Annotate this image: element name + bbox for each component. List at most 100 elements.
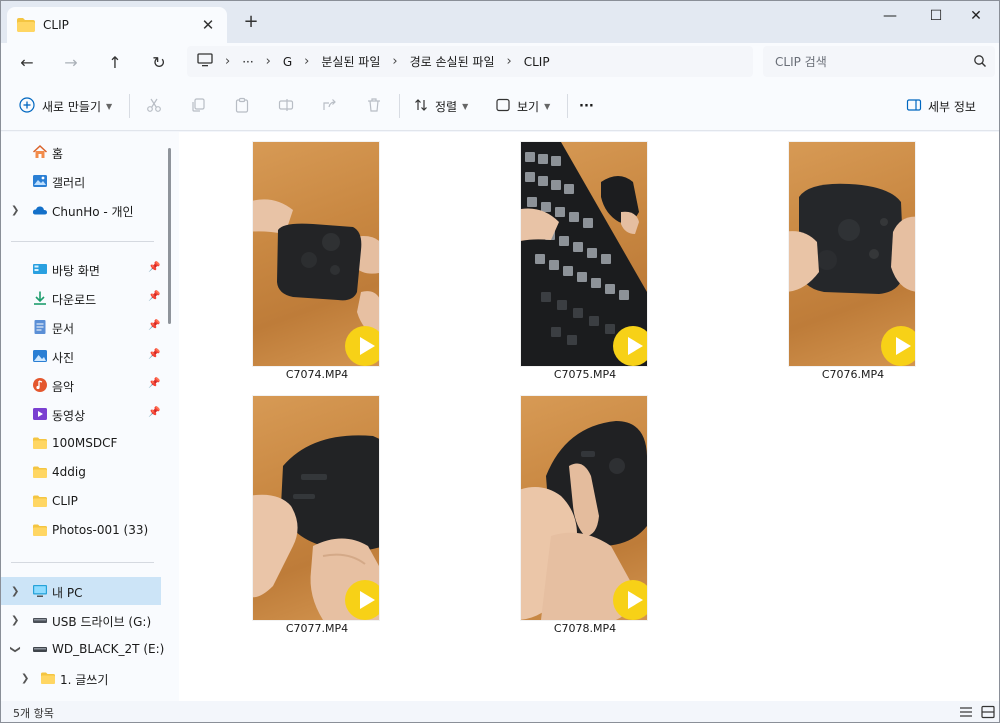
file-item-video[interactable]: C7075.MP4 [505, 132, 665, 382]
sidebar-item-this-pc[interactable]: ❯ 내 PC [1, 577, 161, 605]
close-button[interactable]: ✕ [953, 1, 999, 31]
paste-button[interactable] [234, 93, 250, 119]
details-view-icon[interactable] [958, 705, 974, 719]
copy-button[interactable] [190, 93, 206, 119]
status-bar: 5개 항목 [1, 701, 999, 722]
sidebar-item-label: WD_BLACK_2T (E:) [52, 642, 165, 656]
search-input[interactable]: CLIP 검색 [763, 46, 995, 77]
sidebar-item-100msdcf[interactable]: 100MSDCF [1, 429, 161, 457]
breadcrumb-item[interactable]: G [283, 55, 292, 69]
clipboard-icon [234, 97, 250, 116]
sidebar-item-wd-black[interactable]: ❯ WD_BLACK_2T (E:) [1, 635, 165, 663]
scrollbar[interactable] [168, 148, 171, 324]
sidebar-item-downloads[interactable]: 다운로드 📌 [1, 284, 161, 312]
sidebar-item-gallery[interactable]: 갤러리 [1, 167, 161, 195]
chevron-right-icon[interactable]: ❯ [21, 673, 29, 684]
sidebar-item-videos[interactable]: 동영상 📌 [1, 400, 161, 428]
new-button[interactable]: 새로 만들기 ▼ [19, 93, 112, 119]
minimize-button[interactable]: — [867, 1, 913, 31]
sidebar-item-pictures[interactable]: 사진 📌 [1, 342, 161, 370]
chevron-right-icon[interactable]: ❯ [11, 205, 19, 216]
forward-button[interactable]: → [57, 49, 85, 75]
play-icon [881, 326, 915, 366]
cut-button[interactable] [146, 93, 162, 119]
sidebar-item-home[interactable]: 홈 [1, 138, 161, 166]
details-pane-icon [906, 97, 922, 116]
video-thumbnail [789, 142, 915, 366]
details-pane-button[interactable]: 세부 정보 [906, 93, 976, 119]
tab-close-button[interactable]: ✕ [199, 16, 217, 34]
sidebar-item-writing[interactable]: ❯ 1. 글쓰기 [1, 664, 161, 692]
search-placeholder: CLIP 검색 [775, 55, 827, 69]
file-name: C7077.MP4 [285, 622, 349, 635]
back-button[interactable]: ← [13, 49, 41, 75]
address-bar[interactable]: › ··· › G › 분실된 파일 › 경로 손실된 파일 › CLIP [187, 46, 753, 77]
sidebar-item-music[interactable]: 음악 📌 [1, 371, 161, 399]
sidebar-item-label: 100MSDCF [52, 436, 118, 450]
delete-button[interactable] [366, 93, 382, 119]
sidebar-item-desktop[interactable]: 바탕 화면 📌 [1, 255, 161, 283]
file-item-video[interactable]: C7077.MP4 [237, 386, 397, 636]
pin-icon: 📌 [148, 291, 161, 302]
search-icon [973, 54, 987, 68]
pin-icon: 📌 [148, 262, 161, 273]
file-item-video[interactable]: C7074.MP4 [237, 132, 397, 382]
sidebar-item-onedrive[interactable]: ❯ ChunHo - 개인 [1, 196, 161, 224]
sidebar-item-label: 문서 [52, 322, 75, 336]
tab-clip[interactable]: CLIP ✕ [7, 7, 227, 43]
share-icon [322, 97, 338, 116]
gallery-icon [32, 173, 48, 189]
video-thumbnail [521, 142, 647, 366]
chevron-down-icon: ▼ [106, 101, 113, 111]
file-item-video[interactable]: C7078.MP4 [505, 386, 665, 636]
share-button[interactable] [322, 93, 338, 119]
chevron-right-icon[interactable]: ❯ [11, 586, 19, 597]
sidebar-item-label: Photos-001 (33) [52, 523, 149, 537]
sidebar-item-usb-drive[interactable]: ❯ USB 드라이브 (G:) [1, 606, 161, 634]
usb-drive-icon [32, 612, 48, 628]
breadcrumb-item[interactable]: 경로 손실된 파일 [410, 53, 495, 70]
view-button[interactable]: 보기 ▼ [495, 93, 550, 119]
breadcrumb-item[interactable]: CLIP [524, 55, 550, 69]
toolbar-divider [129, 94, 130, 118]
item-count: 5개 항목 [13, 707, 54, 720]
large-icons-view-icon[interactable] [980, 705, 996, 719]
chevron-down-icon: ▼ [462, 101, 469, 111]
sidebar-item-label: 동영상 [52, 409, 86, 423]
breadcrumb-item[interactable]: 분실된 파일 [321, 53, 380, 70]
this-pc-icon [32, 583, 48, 599]
video-thumbnail [253, 396, 379, 620]
file-explorer-window: CLIP ✕ + — ☐ ✕ ← → ↑ ↻ › ··· › G › 분실된 파… [0, 0, 1000, 723]
computer-icon[interactable] [197, 53, 213, 70]
onedrive-cloud-icon [32, 202, 48, 218]
sidebar-item-label: 다운로드 [52, 293, 97, 307]
play-icon [613, 580, 647, 620]
home-icon [32, 144, 48, 160]
breadcrumb-separator: › [225, 54, 231, 69]
file-item-video[interactable]: C7076.MP4 [773, 132, 933, 382]
navigation-pane: 홈 갤러리 ❯ ChunHo - 개인 바탕 화면 📌 다운로드 📌 문서 📌 [1, 132, 179, 701]
play-icon [613, 326, 647, 366]
refresh-button[interactable]: ↻ [145, 49, 173, 75]
video-thumbnail [253, 142, 379, 366]
sidebar-item-clip[interactable]: CLIP [1, 487, 161, 515]
music-icon [32, 377, 48, 393]
sidebar-item-documents[interactable]: 문서 📌 [1, 313, 161, 341]
chevron-right-icon[interactable]: ❯ [11, 615, 19, 626]
chevron-down-icon[interactable]: ❯ [10, 645, 21, 653]
sidebar-item-photos-001[interactable]: Photos-001 (33) [1, 516, 161, 544]
folder-icon [32, 493, 48, 509]
sidebar-divider [11, 562, 154, 563]
new-tab-button[interactable]: + [241, 11, 261, 32]
videos-icon [32, 406, 48, 422]
scissors-icon [146, 97, 162, 116]
sort-button[interactable]: 정렬 ▼ [413, 93, 468, 119]
up-button[interactable]: ↑ [101, 49, 129, 75]
rename-icon [278, 97, 294, 116]
more-options-button[interactable]: ··· [579, 93, 594, 119]
trash-icon [366, 97, 382, 116]
folder-icon [17, 18, 35, 32]
sidebar-item-4ddig[interactable]: 4ddig [1, 458, 161, 486]
rename-button[interactable] [278, 93, 294, 119]
breadcrumb-overflow[interactable]: ··· [242, 55, 253, 69]
